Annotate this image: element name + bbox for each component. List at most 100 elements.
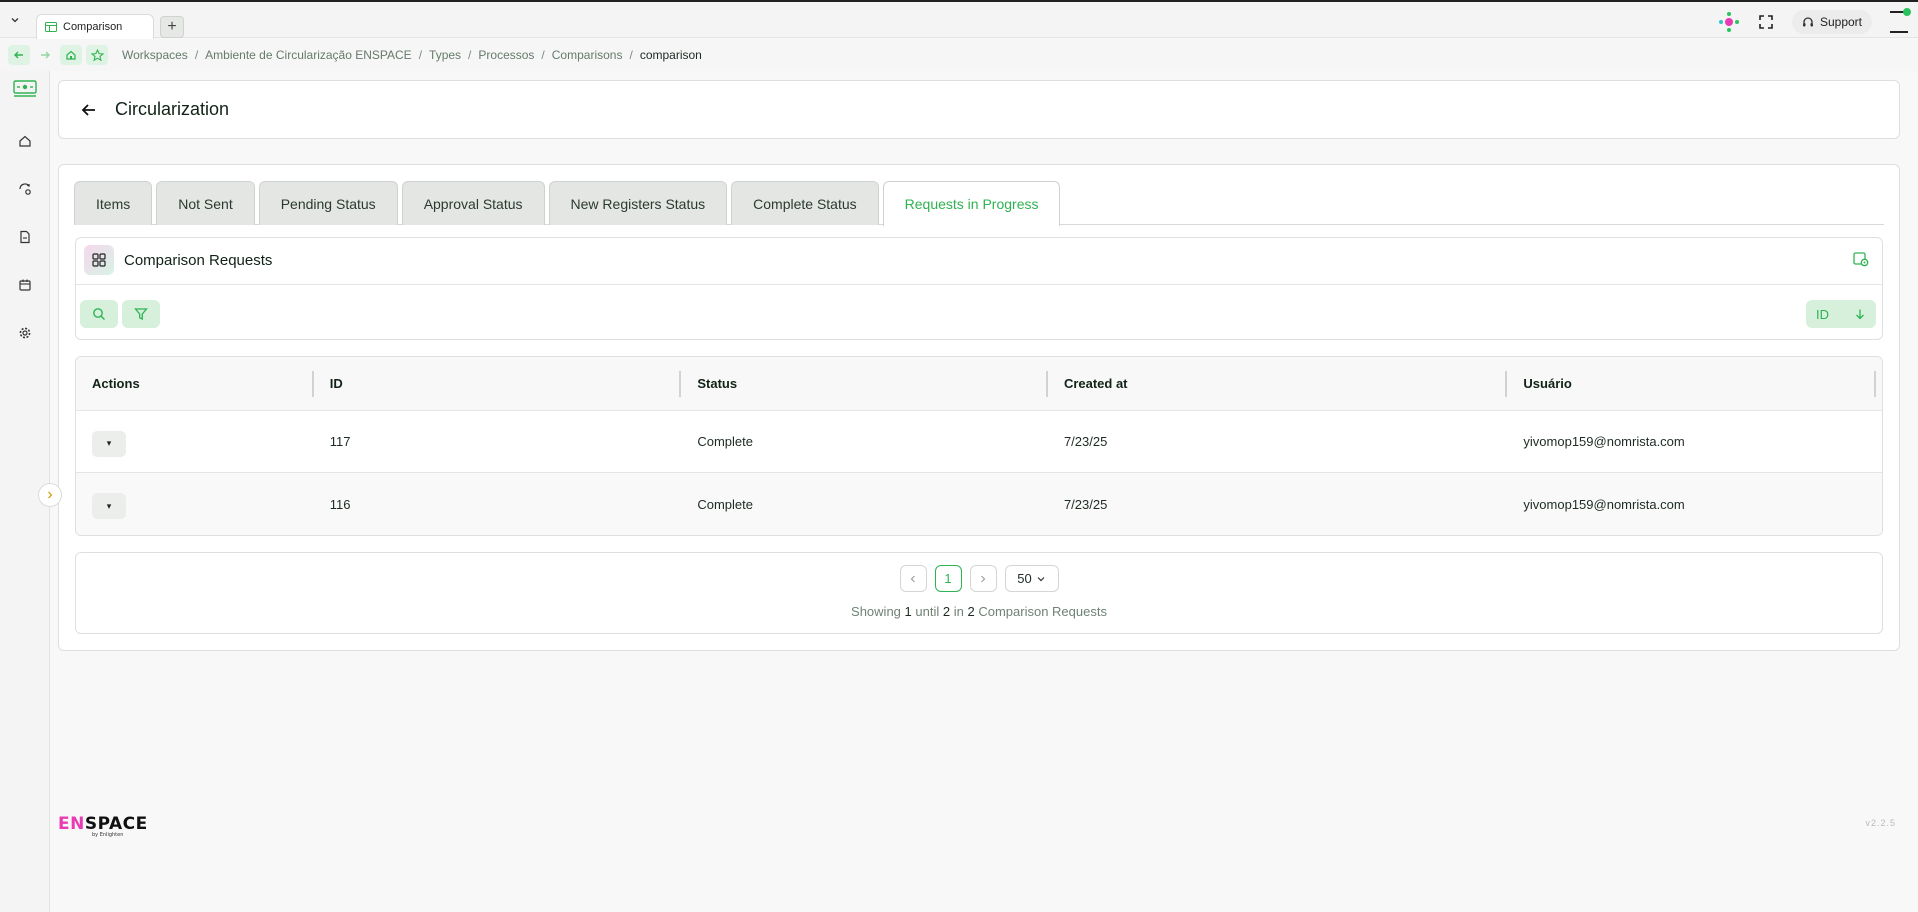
tab-requests-in-progress[interactable]: Requests in Progress: [882, 181, 1061, 226]
grid-icon: [84, 245, 114, 275]
tab-items[interactable]: Items: [74, 181, 153, 225]
chevron-down-icon: [1037, 576, 1045, 581]
panel-title: Comparison Requests: [124, 251, 273, 269]
sort-button[interactable]: ID: [1806, 300, 1876, 328]
forward-nav-button[interactable]: [34, 45, 56, 65]
cell-user: yivomop159@nomrista.com: [1523, 434, 1685, 449]
page-size-select[interactable]: 50: [1004, 565, 1059, 592]
arrow-right-icon: [41, 51, 50, 59]
favorite-nav-button[interactable]: [86, 45, 108, 65]
app-switcher-icon[interactable]: [1718, 11, 1740, 33]
support-button[interactable]: Support: [1791, 10, 1872, 34]
logo-en: EN: [58, 814, 85, 834]
sidebar-expand-button[interactable]: [38, 483, 62, 507]
filter-button[interactable]: [122, 300, 160, 328]
tab-list: Items Not Sent Pending Status Approval S…: [74, 181, 1061, 226]
breadcrumb-bar: Workspaces / Ambiente de Circularização …: [0, 39, 1918, 71]
tab-complete-status[interactable]: Complete Status: [731, 181, 879, 225]
search-icon: [93, 308, 105, 320]
sidebar-item-settings[interactable]: [15, 323, 35, 343]
breadcrumb-separator: /: [541, 48, 545, 62]
app-logo-icon[interactable]: [13, 79, 37, 99]
logo-space: SPACE: [84, 814, 148, 834]
table-row[interactable]: ▾ 116 Complete 7/23/25 yivomop159@nomris…: [76, 473, 1882, 535]
fullscreen-icon[interactable]: [1758, 14, 1774, 30]
breadcrumb-item-current: comparison: [639, 48, 702, 62]
arrow-left-icon: [14, 51, 23, 59]
filter-icon: [134, 308, 148, 321]
search-button[interactable]: [80, 300, 118, 328]
chevron-left-icon: [910, 575, 915, 582]
tab-new-registers-status[interactable]: New Registers Status: [548, 181, 728, 225]
page-title: Circularization: [115, 99, 230, 119]
menu-icon[interactable]: [1890, 8, 1911, 33]
comparison-requests-panel: Comparison Requests ID: [75, 237, 1883, 340]
cell-status: Complete: [697, 434, 753, 449]
column-header-actions[interactable]: Actions: [76, 357, 314, 410]
cell-id: 117: [329, 434, 351, 449]
breadcrumb-separator: /: [194, 48, 199, 62]
column-header-id[interactable]: ID: [314, 357, 682, 410]
panel-divider: [76, 284, 1882, 285]
row-actions-dropdown[interactable]: ▾: [92, 493, 126, 519]
sidebar-item-sync[interactable]: [15, 179, 35, 199]
breadcrumb-separator: /: [418, 48, 423, 62]
summary-entity: Comparison Requests: [978, 604, 1107, 619]
home-icon: [19, 135, 31, 147]
pagination: 1 50 Showing 1 until 2 in 2 Comparison R…: [75, 552, 1883, 634]
table-header: Actions ID Status Created at Usuário: [76, 357, 1882, 411]
arrow-down-icon: [1856, 309, 1864, 320]
cell-status: Complete: [697, 496, 753, 512]
breadcrumb-item-workspaces[interactable]: Workspaces: [122, 48, 188, 62]
tab-not-sent[interactable]: Not Sent: [156, 181, 255, 225]
summary-total: 2: [967, 604, 975, 619]
tab-approval-status[interactable]: Approval Status: [401, 181, 545, 225]
support-label: Support: [1819, 15, 1862, 29]
browser-tab-bar: Comparison + Support: [0, 2, 1918, 39]
summary-until: until: [915, 604, 940, 619]
breadcrumb-item-comparisons[interactable]: Comparisons: [552, 48, 623, 62]
previous-page-button[interactable]: [899, 565, 927, 592]
table-row[interactable]: ▾ 117 Complete 7/23/25 yivomop159@nomris…: [76, 411, 1882, 473]
column-header-usuario[interactable]: Usuário: [1507, 357, 1882, 410]
headset-icon: [1802, 17, 1813, 27]
breadcrumb-item-processos[interactable]: Processos: [478, 48, 534, 62]
next-page-button[interactable]: [969, 565, 997, 592]
cell-user: yivomop159@nomrista.com: [1523, 496, 1685, 512]
column-header-created-at[interactable]: Created at: [1048, 357, 1508, 410]
column-header-status[interactable]: Status: [681, 357, 1048, 410]
sidebar-item-home[interactable]: [15, 131, 35, 151]
new-tab-button[interactable]: +: [160, 16, 184, 38]
sidebar-item-calendar[interactable]: [15, 275, 35, 295]
cell-created-at: 7/23/25: [1063, 496, 1108, 512]
chevron-right-icon: [981, 575, 986, 582]
back-nav-button[interactable]: [8, 45, 30, 65]
page-button-current[interactable]: 1: [934, 565, 962, 592]
page-size-value: 50: [1017, 571, 1032, 586]
back-button[interactable]: [77, 98, 101, 122]
cell-id: 116: [329, 496, 351, 512]
enspace-logo: ENSPACE by Enlighten: [58, 814, 148, 838]
sidebar-item-documents[interactable]: [15, 227, 35, 247]
browser-tab-comparison[interactable]: Comparison: [36, 14, 154, 39]
document-icon: [20, 230, 30, 244]
star-icon: [90, 48, 104, 61]
browser-tab-title: Comparison: [63, 21, 123, 33]
home-icon: [66, 50, 76, 60]
sync-settings-icon: [19, 183, 31, 195]
row-actions-dropdown[interactable]: ▾: [92, 430, 126, 457]
sort-field-label: ID: [1816, 306, 1829, 322]
table-icon: [45, 22, 57, 32]
tab-pending-status[interactable]: Pending Status: [258, 181, 398, 225]
breadcrumb-item-types[interactable]: Types: [429, 48, 461, 62]
arrow-left-icon: [81, 103, 95, 116]
pagination-summary: Showing 1 until 2 in 2 Comparison Reques…: [76, 604, 1882, 619]
gear-icon: [19, 327, 31, 339]
page-header: Circularization: [58, 80, 1900, 139]
cell-created-at: 7/23/25: [1063, 434, 1108, 449]
tab-list-chevron-icon[interactable]: [6, 12, 24, 30]
summary-in: in: [953, 604, 964, 619]
column-settings-icon[interactable]: [1852, 250, 1870, 268]
home-nav-button[interactable]: [60, 45, 82, 65]
breadcrumb-item-ambiente[interactable]: Ambiente de Circularização ENSPACE: [205, 48, 412, 62]
